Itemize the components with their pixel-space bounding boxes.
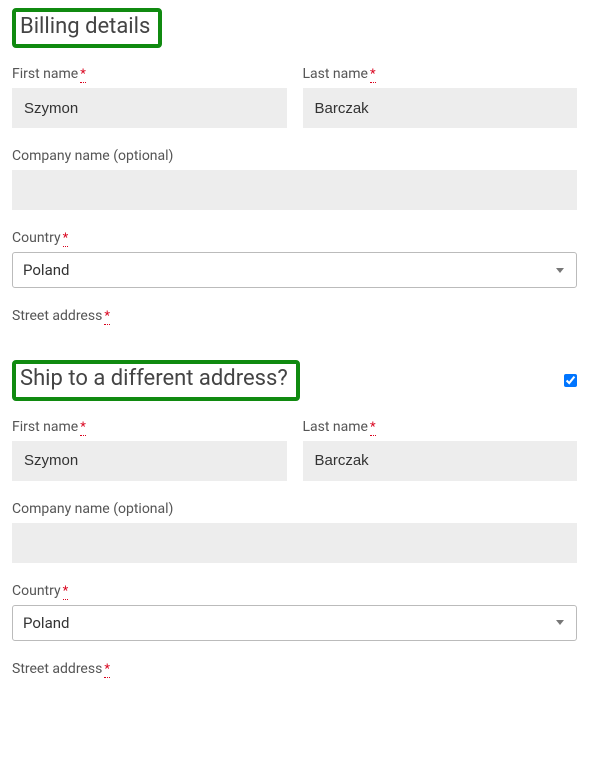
label-text: Street address <box>12 308 102 324</box>
shipping-company-input[interactable] <box>12 523 577 563</box>
shipping-country-value: Poland <box>23 614 556 632</box>
billing-first-name-input[interactable] <box>12 88 287 128</box>
label-text: Street address <box>12 661 102 677</box>
shipping-last-name-input[interactable] <box>303 441 578 481</box>
required-mark: * <box>104 309 110 325</box>
billing-street-label: Street address* <box>12 308 577 324</box>
shipping-company-label: Company name (optional) <box>12 501 577 517</box>
required-mark: * <box>80 67 86 83</box>
shipping-first-name-input[interactable] <box>12 441 287 481</box>
shipping-first-name-label: First name* <box>12 419 287 435</box>
billing-first-name-label: First name* <box>12 66 287 82</box>
required-mark: * <box>370 67 376 83</box>
required-mark: * <box>80 420 86 436</box>
billing-country-label: Country* <box>12 230 577 246</box>
billing-last-name-input[interactable] <box>303 88 578 128</box>
label-text: Last name <box>303 66 368 82</box>
billing-last-name-label: Last name* <box>303 66 578 82</box>
billing-country-select[interactable]: Poland <box>12 252 577 288</box>
required-mark: * <box>104 662 110 678</box>
required-mark: * <box>370 420 376 436</box>
label-text: Last name <box>303 419 368 435</box>
label-text: First name <box>12 419 78 435</box>
shipping-street-label: Street address* <box>12 661 577 677</box>
chevron-down-icon <box>556 620 564 625</box>
label-text: Country <box>12 583 61 599</box>
required-mark: * <box>63 584 69 600</box>
shipping-country-select[interactable]: Poland <box>12 605 577 641</box>
shipping-heading: Ship to a different address? <box>12 360 300 400</box>
billing-country-value: Poland <box>23 261 556 279</box>
chevron-down-icon <box>556 268 564 273</box>
billing-heading: Billing details <box>12 8 162 48</box>
billing-company-input[interactable] <box>12 170 577 210</box>
required-mark: * <box>63 231 69 247</box>
ship-different-checkbox[interactable] <box>564 374 577 387</box>
label-text: Country <box>12 230 61 246</box>
shipping-country-label: Country* <box>12 583 577 599</box>
shipping-last-name-label: Last name* <box>303 419 578 435</box>
label-text: First name <box>12 66 78 82</box>
billing-company-label: Company name (optional) <box>12 148 577 164</box>
